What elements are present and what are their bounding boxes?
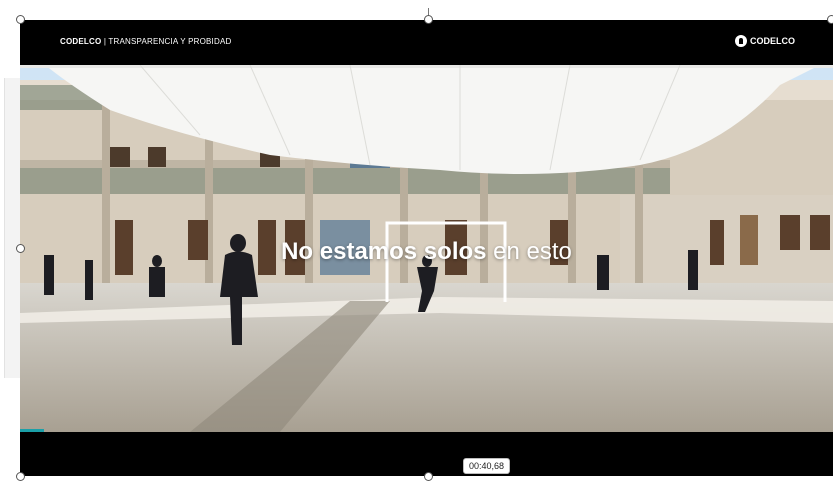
- video-footer: [20, 432, 833, 476]
- slide-frame[interactable]: CODELCO | TRANSPARENCIA Y PROBIDAD CODEL…: [20, 20, 833, 476]
- video-title: No estamos solos en esto: [20, 238, 833, 266]
- video-frame[interactable]: No estamos solos en esto: [20, 65, 833, 432]
- resize-handle-bottom[interactable]: [424, 472, 433, 481]
- resize-handle-left[interactable]: [16, 244, 25, 253]
- codelco-logo: CODELCO: [735, 35, 795, 47]
- header-brand: CODELCO | TRANSPARENCIA Y PROBIDAD: [60, 37, 231, 46]
- brand-subtitle: TRANSPARENCIA Y PROBIDAD: [108, 37, 232, 46]
- video-header: CODELCO | TRANSPARENCIA Y PROBIDAD CODEL…: [20, 20, 833, 65]
- title-light: en esto: [493, 238, 572, 265]
- resize-handle-top-right[interactable]: [827, 15, 833, 24]
- side-panel-strip: [4, 78, 21, 378]
- title-bold: No estamos solos: [281, 238, 487, 265]
- logo-text: CODELCO: [750, 36, 795, 46]
- resize-handle-top[interactable]: [424, 15, 433, 24]
- brand-name: CODELCO: [60, 37, 102, 46]
- resize-handle-bottom-left[interactable]: [16, 472, 25, 481]
- brand-separator: |: [103, 37, 107, 46]
- resize-handle-top-left[interactable]: [16, 15, 25, 24]
- codelco-logo-icon: [735, 35, 747, 47]
- timestamp-tooltip: 00:40,68: [463, 458, 511, 474]
